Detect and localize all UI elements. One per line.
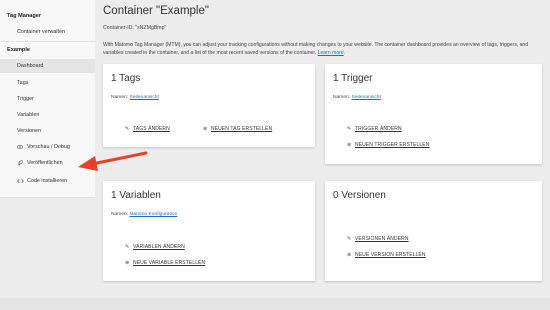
annotation-arrow	[78, 151, 148, 171]
